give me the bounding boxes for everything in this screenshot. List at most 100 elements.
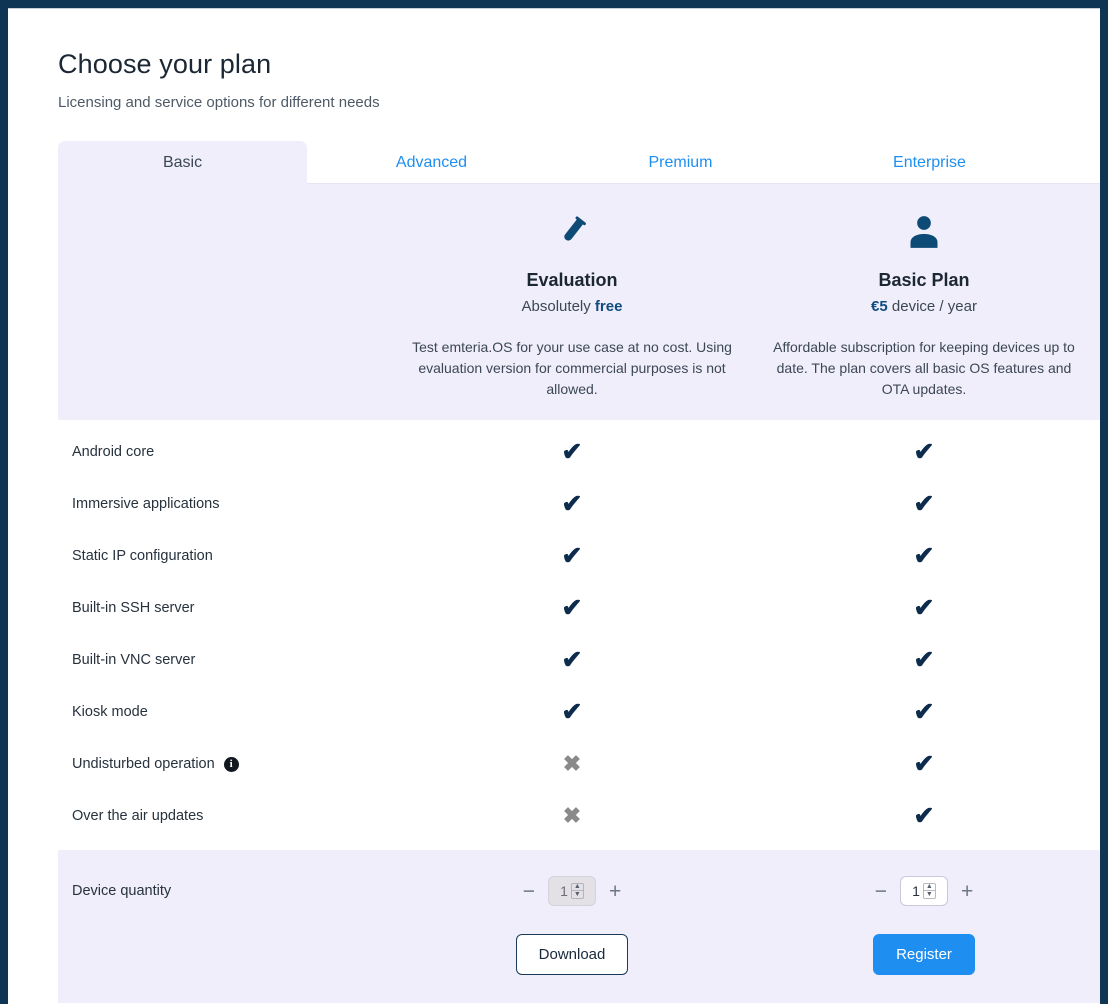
plan-header-spacer <box>58 206 396 400</box>
feature-cell-basic: ✔ <box>748 645 1100 674</box>
feature-label-text: Immersive applications <box>72 496 220 512</box>
plan-tab-bar: Basic Advanced Premium Enterprise <box>58 141 1100 184</box>
feature-row: Android core ✔ ✔ <box>58 426 1100 478</box>
check-icon: ✔ <box>913 749 935 778</box>
quantity-increment-evaluation[interactable]: + <box>607 881 623 902</box>
plan-price-evaluation: Absolutely free <box>410 298 734 315</box>
device-quantity-panel: Device quantity − 1 ▲ ▼ + − 1 ▲ ▼ + Down… <box>58 850 1100 1003</box>
feature-label: Kiosk mode <box>58 704 396 720</box>
register-button[interactable]: Register <box>873 934 975 975</box>
feature-label: Built-in VNC server <box>58 652 396 668</box>
plan-price-basic: €5 device / year <box>762 298 1086 315</box>
plan-header-panel: Evaluation Absolutely free Test emteria.… <box>58 184 1100 420</box>
quantity-cell-evaluation: − 1 ▲ ▼ + <box>396 876 748 906</box>
feature-cell-basic: ✔ <box>748 437 1100 466</box>
check-icon: ✔ <box>913 437 935 466</box>
quantity-input-evaluation[interactable]: 1 ▲ ▼ <box>548 876 596 906</box>
feature-label-text: Built-in SSH server <box>72 600 195 616</box>
check-icon: ✔ <box>561 645 583 674</box>
plan-price-accent-basic: €5 <box>871 298 888 315</box>
plan-price-suffix-basic: device / year <box>891 298 977 315</box>
plan-price-accent-evaluation: free <box>594 298 623 315</box>
feature-cell-basic: ✔ <box>748 801 1100 830</box>
spinner-down-icon-basic[interactable]: ▼ <box>924 891 935 898</box>
feature-cell-evaluation: ✖ <box>396 753 748 775</box>
tab-basic[interactable]: Basic <box>58 141 307 184</box>
quantity-cell-basic: − 1 ▲ ▼ + <box>748 876 1100 906</box>
quantity-decrement-basic[interactable]: − <box>873 881 889 902</box>
plan-description-basic: Affordable subscription for keeping devi… <box>773 339 1075 397</box>
download-button[interactable]: Download <box>515 934 629 975</box>
pricing-page: Choose your plan Licensing and service o… <box>58 9 1100 1003</box>
check-icon: ✔ <box>913 541 935 570</box>
check-icon: ✔ <box>561 697 583 726</box>
feature-row: Static IP configuration ✔ ✔ <box>58 530 1100 582</box>
plan-card-evaluation: Evaluation Absolutely free Test emteria.… <box>396 206 748 400</box>
spinner-down-icon-evaluation[interactable]: ▼ <box>572 891 583 898</box>
feature-cell-evaluation: ✖ <box>396 805 748 827</box>
plan-price-prefix-evaluation: Absolutely <box>521 298 591 315</box>
page-title: Choose your plan <box>58 49 272 79</box>
device-quantity-label: Device quantity <box>72 883 172 899</box>
feature-cell-basic: ✔ <box>748 697 1100 726</box>
feature-label: Built-in SSH server <box>58 600 396 616</box>
button-cell-evaluation: Download <box>396 934 748 975</box>
application-window: Choose your plan Licensing and service o… <box>8 8 1100 1004</box>
quantity-increment-basic[interactable]: + <box>959 881 975 902</box>
feature-cell-basic: ✔ <box>748 541 1100 570</box>
quantity-value-evaluation: 1 <box>560 883 568 899</box>
button-cell-basic: Register <box>748 934 1100 975</box>
feature-label-text: Over the air updates <box>72 808 204 824</box>
cross-icon: ✖ <box>562 751 582 776</box>
feature-label-text: Kiosk mode <box>72 704 148 720</box>
feature-row: Built-in SSH server ✔ ✔ <box>58 582 1100 634</box>
spinner-arrows-evaluation[interactable]: ▲ ▼ <box>570 883 584 899</box>
feature-label-text: Android core <box>72 444 155 460</box>
page-subtitle: Licensing and service options for differ… <box>58 94 380 111</box>
check-icon: ✔ <box>913 489 935 518</box>
plan-card-basic: Basic Plan €5 device / year Affordable s… <box>748 206 1100 400</box>
feature-cell-basic: ✔ <box>748 593 1100 622</box>
quantity-row: Device quantity − 1 ▲ ▼ + − 1 ▲ ▼ + <box>58 876 1100 906</box>
feature-cell-basic: ✔ <box>748 489 1100 518</box>
feature-label: Undisturbed operation i <box>58 756 396 772</box>
info-icon[interactable]: i <box>223 756 239 772</box>
check-icon: ✔ <box>561 437 583 466</box>
quantity-decrement-evaluation[interactable]: − <box>521 881 537 902</box>
check-icon: ✔ <box>913 697 935 726</box>
feature-label: Static IP configuration <box>58 548 396 564</box>
quantity-value-basic: 1 <box>912 883 920 899</box>
person-icon <box>762 206 1086 258</box>
check-icon: ✔ <box>913 593 935 622</box>
check-icon: ✔ <box>913 801 935 830</box>
spinner-up-icon-basic[interactable]: ▲ <box>923 883 935 891</box>
tab-enterprise[interactable]: Enterprise <box>805 141 1054 184</box>
check-icon: ✔ <box>913 645 935 674</box>
feature-cell-evaluation: ✔ <box>396 697 748 726</box>
spinner-up-icon-evaluation[interactable]: ▲ <box>571 883 583 891</box>
tab-premium[interactable]: Premium <box>556 141 805 184</box>
quantity-input-basic[interactable]: 1 ▲ ▼ <box>900 876 948 906</box>
feature-label: Android core <box>58 444 396 460</box>
test-tube-icon <box>410 206 734 258</box>
plan-action-button-row: Download Register <box>58 934 1100 975</box>
plan-name-evaluation: Evaluation <box>526 270 618 290</box>
check-icon: ✔ <box>561 593 583 622</box>
feature-row: Immersive applications ✔ ✔ <box>58 478 1100 530</box>
feature-label: Immersive applications <box>58 496 396 512</box>
plan-description-evaluation: Test emteria.OS for your use case at no … <box>412 339 732 397</box>
feature-label: Over the air updates <box>58 808 396 824</box>
feature-cell-evaluation: ✔ <box>396 543 748 569</box>
feature-row: Undisturbed operation i ✖ ✔ <box>58 738 1100 790</box>
feature-comparison-list: Android core ✔ ✔ Immersive applications ✔ ✔ St… <box>58 420 1100 842</box>
plan-name-basic: Basic Plan <box>878 270 970 290</box>
spinner-arrows-basic[interactable]: ▲ ▼ <box>922 883 936 899</box>
feature-row: Built-in VNC server ✔ ✔ <box>58 634 1100 686</box>
feature-cell-evaluation: ✔ <box>396 491 748 517</box>
quantity-stepper-basic: − 1 ▲ ▼ + <box>873 876 976 906</box>
feature-cell-basic: ✔ <box>748 749 1100 778</box>
button-row-spacer <box>58 934 396 975</box>
feature-cell-evaluation: ✔ <box>396 593 748 622</box>
feature-cell-evaluation: ✔ <box>396 645 748 674</box>
tab-advanced[interactable]: Advanced <box>307 141 556 184</box>
